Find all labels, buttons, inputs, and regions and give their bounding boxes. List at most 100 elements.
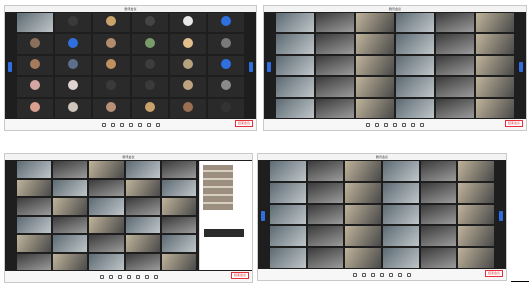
mic-button[interactable]: [99, 274, 104, 279]
end-meeting-button[interactable]: 结束会议: [230, 272, 249, 279]
settings-button[interactable]: [407, 272, 411, 277]
participant-tile[interactable]: [55, 34, 92, 54]
participant-tile[interactable]: [131, 98, 168, 118]
participant-tile[interactable]: [17, 179, 52, 196]
camera-button[interactable]: [108, 274, 113, 279]
participant-tile[interactable]: [356, 13, 394, 33]
participant-tile[interactable]: [476, 77, 514, 97]
chat-button[interactable]: [135, 274, 140, 279]
participant-tile[interactable]: [161, 235, 196, 252]
share-button[interactable]: [371, 272, 375, 277]
participant-tile[interactable]: [356, 34, 394, 54]
mic-button[interactable]: [353, 272, 357, 277]
participant-tile[interactable]: [383, 204, 419, 225]
participant-tile[interactable]: [420, 226, 457, 247]
participant-tile[interactable]: [458, 182, 494, 203]
participant-tile[interactable]: [125, 198, 160, 215]
prev-page-button[interactable]: [8, 61, 12, 72]
participant-tile[interactable]: [396, 55, 434, 76]
camera-button[interactable]: [362, 272, 366, 277]
record-button[interactable]: [398, 272, 402, 277]
prev-page-button[interactable]: [267, 61, 271, 72]
next-page-button[interactable]: [499, 210, 503, 221]
participant-tile[interactable]: [207, 34, 244, 54]
participant-tile[interactable]: [169, 34, 206, 54]
participant-tile[interactable]: [55, 98, 92, 118]
participant-tile[interactable]: [476, 34, 514, 54]
participant-tile[interactable]: [420, 204, 457, 225]
participant-tile[interactable]: [276, 13, 314, 33]
participant-tile[interactable]: [270, 204, 306, 225]
participant-tile[interactable]: [436, 77, 474, 97]
chat-input[interactable]: [204, 229, 244, 237]
participant-tile[interactable]: [17, 77, 54, 97]
participant-tile[interactable]: [125, 235, 160, 252]
participant-tile[interactable]: [53, 235, 88, 252]
participant-tile[interactable]: [207, 13, 244, 33]
participant-tile[interactable]: [345, 182, 381, 203]
participant-tile[interactable]: [53, 179, 88, 196]
chat-button[interactable]: [402, 122, 406, 127]
participant-tile[interactable]: [276, 55, 314, 76]
participant-tile[interactable]: [17, 13, 54, 33]
participant-tile[interactable]: [436, 13, 474, 33]
participant-tile[interactable]: [270, 161, 306, 181]
participant-tile[interactable]: [53, 161, 88, 178]
participant-tile[interactable]: [396, 13, 434, 33]
settings-button[interactable]: [420, 122, 424, 127]
participant-tile[interactable]: [207, 98, 244, 118]
participants-button[interactable]: [380, 272, 384, 277]
participant-tile[interactable]: [307, 161, 344, 181]
participant-tile[interactable]: [161, 216, 196, 233]
participant-tile[interactable]: [476, 55, 514, 76]
participant-tile[interactable]: [356, 77, 394, 97]
participant-tile[interactable]: [436, 34, 474, 54]
mic-button[interactable]: [366, 122, 370, 127]
participant-tile[interactable]: [161, 253, 196, 270]
participant-tile[interactable]: [131, 34, 168, 54]
participant-tile[interactable]: [89, 161, 124, 178]
share-button[interactable]: [119, 122, 124, 127]
participant-tile[interactable]: [356, 55, 394, 76]
prev-page-button[interactable]: [261, 210, 265, 221]
participant-tile[interactable]: [17, 253, 52, 270]
participant-tile[interactable]: [396, 34, 434, 54]
participant-tile[interactable]: [93, 34, 130, 54]
mic-button[interactable]: [101, 122, 106, 127]
participant-tile[interactable]: [420, 182, 457, 203]
participant-tile[interactable]: [270, 226, 306, 247]
camera-button[interactable]: [110, 122, 115, 127]
participant-tile[interactable]: [17, 34, 54, 54]
settings-button[interactable]: [153, 274, 158, 279]
participant-tile[interactable]: [161, 198, 196, 215]
participant-tile[interactable]: [345, 248, 381, 268]
record-button[interactable]: [144, 274, 149, 279]
participant-tile[interactable]: [276, 77, 314, 97]
participant-tile[interactable]: [436, 98, 474, 118]
end-meeting-button[interactable]: 结束会议: [484, 270, 503, 277]
participant-tile[interactable]: [356, 98, 394, 118]
participant-tile[interactable]: [53, 216, 88, 233]
participant-tile[interactable]: [89, 198, 124, 215]
participant-tile[interactable]: [131, 77, 168, 97]
participant-tile[interactable]: [169, 13, 206, 33]
participant-tile[interactable]: [161, 179, 196, 196]
participant-tile[interactable]: [161, 161, 196, 178]
participant-tile[interactable]: [169, 77, 206, 97]
participant-tile[interactable]: [89, 235, 124, 252]
participant-tile[interactable]: [17, 235, 52, 252]
participant-tile[interactable]: [125, 216, 160, 233]
participant-tile[interactable]: [131, 13, 168, 33]
participant-tile[interactable]: [276, 98, 314, 118]
participant-tile[interactable]: [345, 204, 381, 225]
participant-tile[interactable]: [93, 13, 130, 33]
share-button[interactable]: [117, 274, 122, 279]
participant-tile[interactable]: [458, 226, 494, 247]
participant-tile[interactable]: [169, 55, 206, 76]
participant-tile[interactable]: [17, 216, 52, 233]
participant-tile[interactable]: [276, 34, 314, 54]
participant-tile[interactable]: [207, 55, 244, 76]
record-button[interactable]: [411, 122, 415, 127]
participant-tile[interactable]: [17, 198, 52, 215]
participant-tile[interactable]: [17, 98, 54, 118]
